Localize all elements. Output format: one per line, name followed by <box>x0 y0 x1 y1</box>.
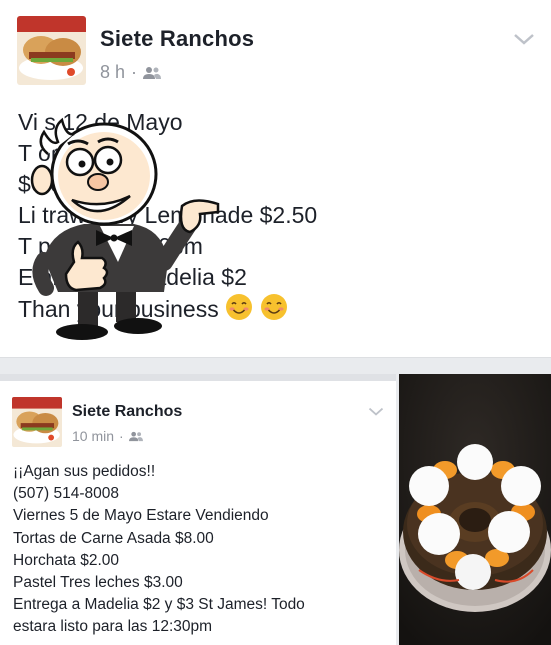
post-meta: 8 h · <box>100 62 162 83</box>
post-line: Pastel Tres leches $3.00 <box>13 574 183 592</box>
meta-separator: · <box>131 62 138 82</box>
page-avatar[interactable] <box>12 397 62 447</box>
page-name[interactable]: Siete Ranchos <box>72 403 182 421</box>
post-body: ¡¡Agan sus pedidos!! (507) 514-8008 Vier… <box>13 461 305 639</box>
post-line: estara listo para las 12:30pm <box>13 618 213 636</box>
tres-leches-cake-photo[interactable] <box>399 374 551 645</box>
friends-icon <box>143 66 162 79</box>
smiling-face-emoji <box>226 294 253 320</box>
post-line[interactable]: (507) 514-8008 <box>13 483 305 505</box>
friends-icon <box>128 431 143 441</box>
smiling-face-emoji <box>260 294 287 320</box>
meta-separator: · <box>119 428 124 444</box>
page-name[interactable]: Siete Ranchos <box>100 26 254 52</box>
post-time[interactable]: 8 h <box>100 62 125 83</box>
post-time[interactable]: 10 min <box>72 428 114 444</box>
post-line: Horchata $2.00 <box>13 551 119 569</box>
post-line: ¡¡Agan sus pedidos!! <box>13 463 156 480</box>
thumbs-up-pointing-cartoon-man <box>30 117 220 340</box>
page-avatar[interactable] <box>17 16 86 85</box>
post-line: Entrega a Madelia $2 y $3 St James! Todo <box>13 596 305 614</box>
feed-post-2: Siete Ranchos 10 min · ¡¡Agan sus pedido… <box>0 374 396 645</box>
chevron-down-icon[interactable] <box>513 30 535 48</box>
feed-post-1: Siete Ranchos 8 h · Vi s 12 de Mayo T or… <box>0 0 551 358</box>
chevron-down-icon[interactable] <box>368 405 384 418</box>
post-meta: 10 min · <box>72 428 143 444</box>
post-line: Viernes 5 de Mayo Estare Vendiendo <box>13 507 269 525</box>
post-line: Tortas de Carne Asada $8.00 <box>13 529 214 547</box>
